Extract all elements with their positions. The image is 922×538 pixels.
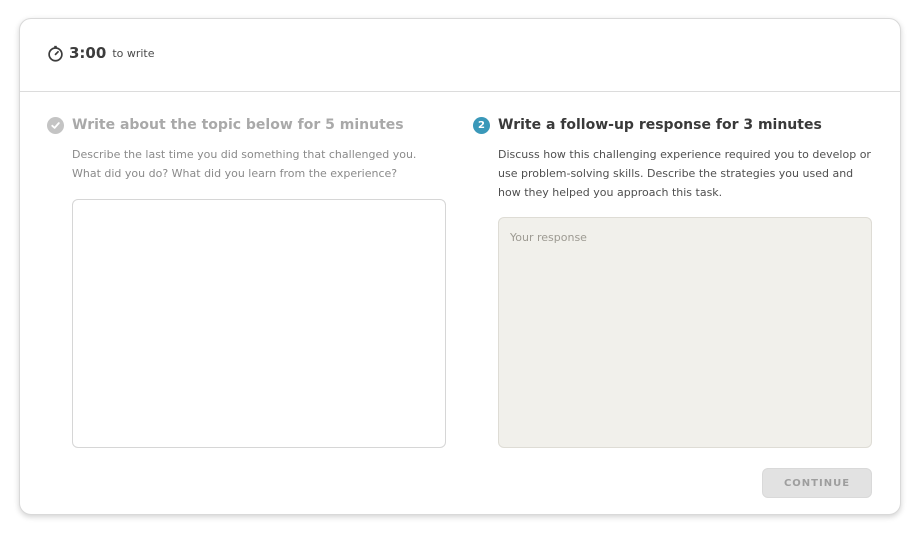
step-1-title: Write about the topic below for 5 minute… <box>72 117 404 133</box>
response-textarea[interactable] <box>498 217 872 448</box>
step-2-section: 2 Write a follow-up response for 3 minut… <box>473 113 873 202</box>
writing-task-card: 3:00 to write Write about the topic belo… <box>19 18 901 515</box>
step-2-number-badge: 2 <box>473 116 490 134</box>
step-1-response-area <box>72 199 446 448</box>
step-2-prompt: Discuss how this challenging experience … <box>498 148 871 199</box>
step-2-header: 2 Write a follow-up response for 3 minut… <box>473 113 873 137</box>
step-1-header: Write about the topic below for 5 minute… <box>47 113 447 137</box>
step-2-title: Write a follow-up response for 3 minutes <box>498 117 822 133</box>
step-1-section: Write about the topic below for 5 minute… <box>47 113 447 183</box>
step-1-prompt: Describe the last time you did something… <box>72 148 417 180</box>
timer-value: 3:00 <box>69 44 107 62</box>
checkmark-icon <box>47 116 64 134</box>
header: 3:00 to write <box>20 19 900 92</box>
timer: 3:00 to write <box>47 44 155 62</box>
stopwatch-icon <box>48 45 63 62</box>
timer-label: to write <box>112 46 155 60</box>
continue-button[interactable]: CONTINUE <box>762 468 872 498</box>
